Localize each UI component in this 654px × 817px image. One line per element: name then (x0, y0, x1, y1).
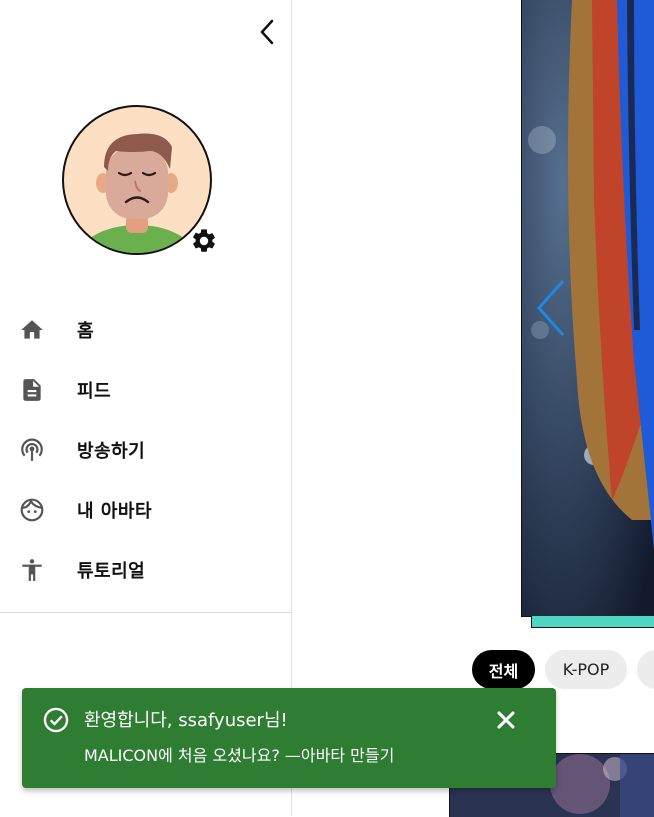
sidebar-item-feed[interactable]: 피드 (0, 360, 291, 420)
face-icon (18, 496, 46, 524)
accessibility-icon (18, 556, 46, 584)
sidebar-item-label: 피드 (77, 381, 112, 402)
chip-all[interactable]: 전체 (472, 650, 535, 689)
welcome-toast: 환영합니다, ssafyuser님! MALICON에 처음 오셨나요? —아바… (22, 688, 556, 788)
banner-prev-button[interactable] (533, 278, 569, 338)
sidebar-item-my-avatar[interactable]: 내 아바타 (0, 480, 291, 540)
check-circle-icon (43, 707, 69, 733)
chevron-left-icon (260, 19, 274, 45)
sidebar-item-label: 홈 (77, 321, 95, 342)
sidebar-divider (0, 612, 291, 613)
sidebar-nav: 홈 피드 방송하기 내 아바타 튜토리얼 (0, 300, 291, 600)
close-icon[interactable] (492, 706, 520, 734)
chevron-left-icon (536, 280, 565, 336)
broadcast-icon (18, 436, 46, 464)
gear-icon[interactable] (190, 227, 218, 255)
sidebar-item-label: 내 아바타 (77, 501, 153, 522)
sidebar-item-label: 튜토리얼 (77, 561, 146, 582)
toast-title: 환영합니다, ssafyuser님! (84, 710, 288, 731)
toast-message[interactable]: MALICON에 처음 오셨나요? —아바타 만들기 (84, 742, 394, 766)
sidebar-item-broadcast[interactable]: 방송하기 (0, 420, 291, 480)
sidebar-item-label: 방송하기 (77, 441, 146, 462)
collapse-sidebar-button[interactable] (252, 16, 282, 48)
sidebar-item-home[interactable]: 홈 (0, 300, 291, 360)
profile-avatar[interactable] (62, 105, 215, 255)
sidebar-item-tutorial[interactable]: 튜토리얼 (0, 540, 291, 600)
home-icon (18, 316, 46, 344)
chip-kpop[interactable]: K-POP (545, 650, 627, 689)
banner-accent-bar (531, 616, 654, 628)
chip-next-partial[interactable] (637, 650, 654, 689)
article-icon (18, 376, 46, 404)
